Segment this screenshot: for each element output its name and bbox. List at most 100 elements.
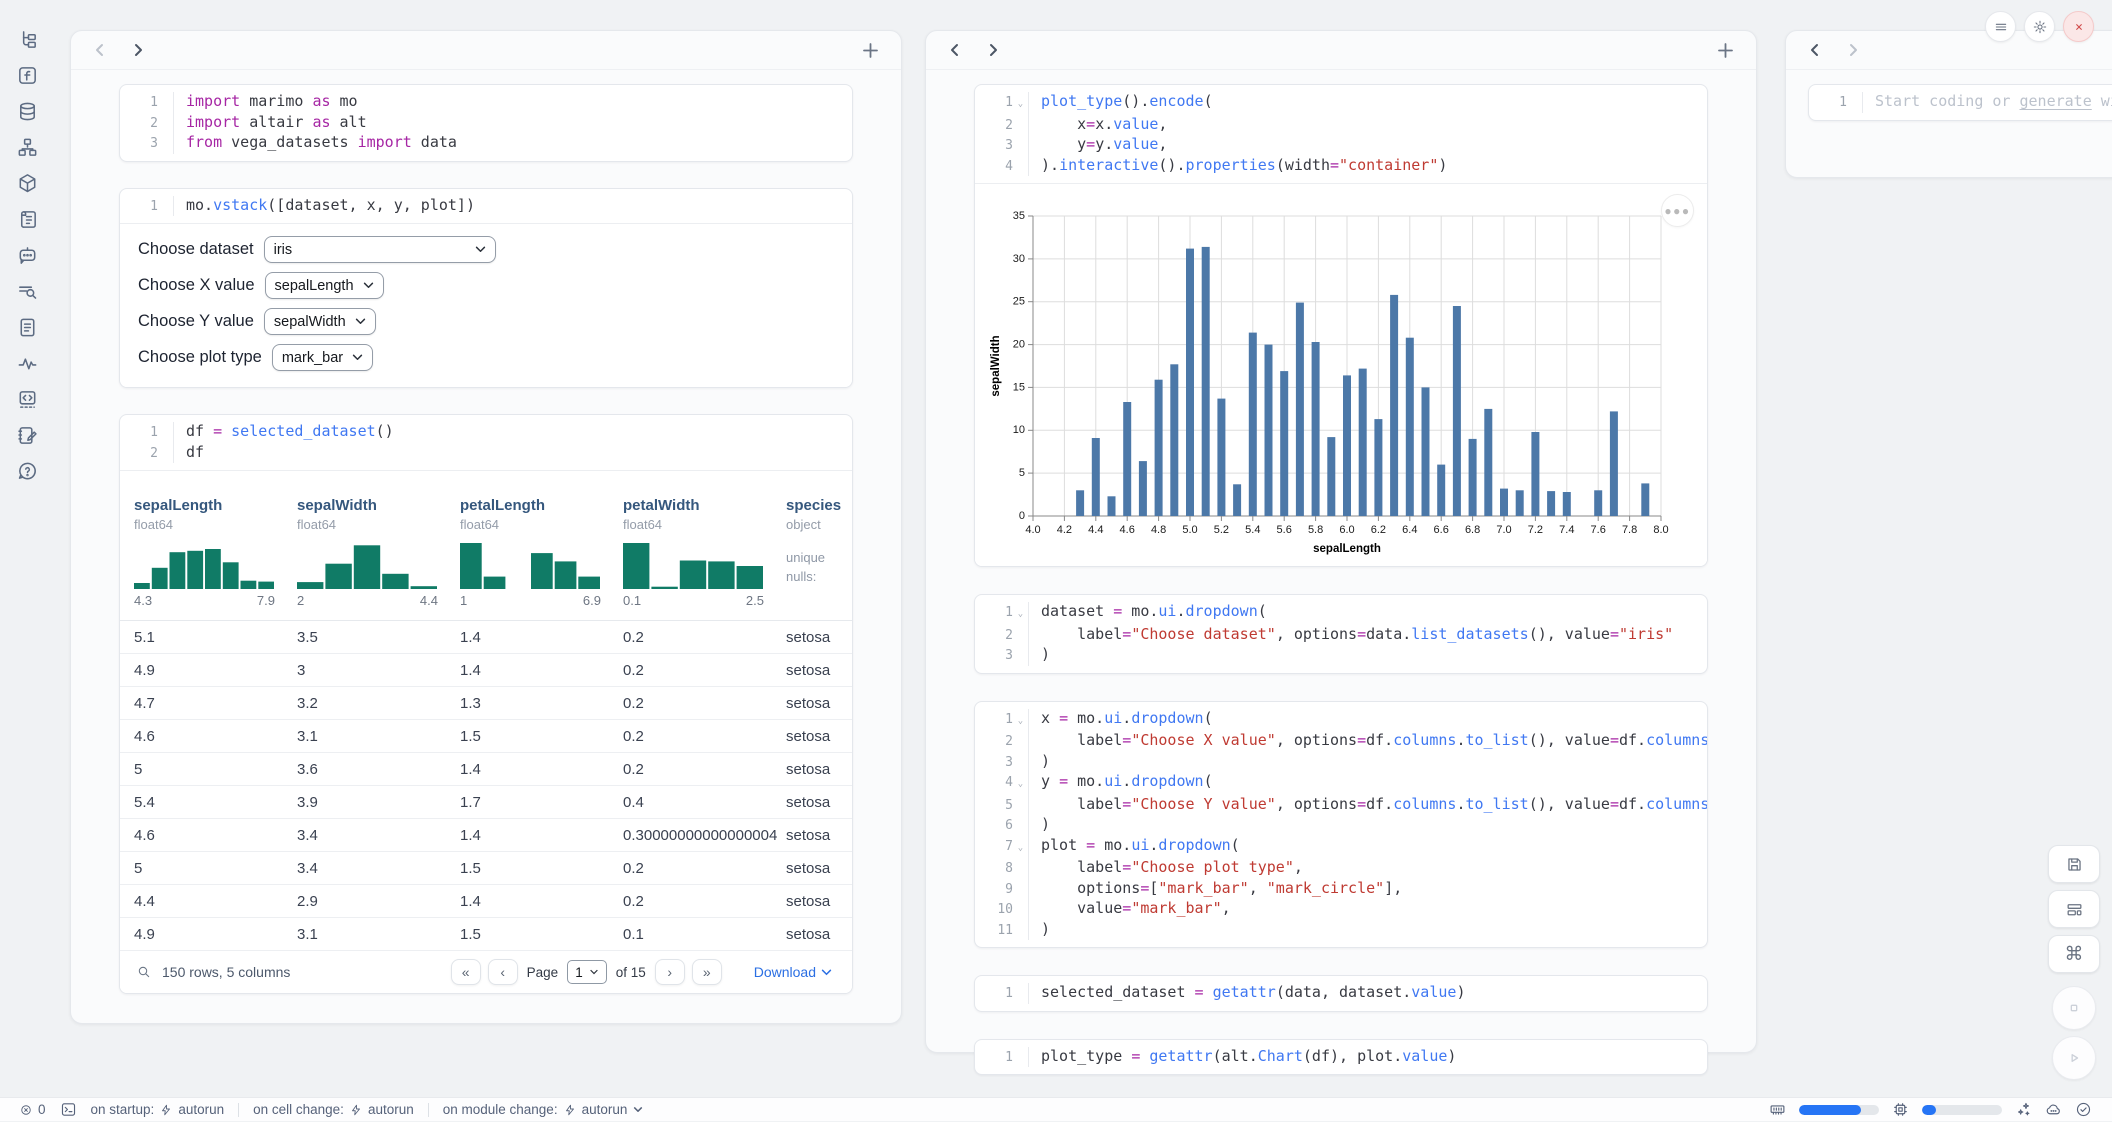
- svg-text:7.6: 7.6: [1591, 524, 1606, 536]
- chart-more-icon[interactable]: ●●●: [1661, 194, 1694, 227]
- first-page-button[interactable]: «: [451, 959, 481, 985]
- svg-text:sepalLength: sepalLength: [1313, 543, 1381, 555]
- dependency-graph-icon[interactable]: [14, 134, 40, 160]
- terminal-icon[interactable]: [60, 1101, 77, 1118]
- layout-icon[interactable]: [2048, 890, 2100, 928]
- prev-page-button[interactable]: ‹: [488, 959, 518, 985]
- fold-icon[interactable]: ⌄: [1013, 836, 1028, 859]
- table-row[interactable]: 5.43.91.70.4setosa: [120, 786, 852, 819]
- dropdown-choose-y-value[interactable]: sepalWidth: [264, 308, 376, 335]
- table-column-header[interactable]: petalWidthfloat640.12.5: [609, 497, 772, 608]
- chevron-down-icon: [363, 282, 374, 289]
- chart-output: 4.04.24.44.64.85.05.25.45.65.86.06.26.46…: [975, 183, 1707, 566]
- svg-text:10: 10: [1013, 424, 1025, 436]
- code-cell-plot: 1⌄plot_type().encode(2 x=x.value,3 y=y.v…: [974, 84, 1708, 567]
- svg-text:7.2: 7.2: [1528, 524, 1543, 536]
- code-line: 1df = selected_dataset(): [124, 422, 844, 443]
- download-button[interactable]: Download: [748, 963, 838, 981]
- table-column-header[interactable]: sepalLengthfloat644.37.9: [120, 497, 283, 608]
- code-editor[interactable]: 1mo.vstack([dataset, x, y, plot]): [120, 189, 852, 224]
- runtime-setting[interactable]: on cell change:autorun: [253, 1102, 414, 1117]
- logs-icon[interactable]: [14, 206, 40, 232]
- table-row[interactable]: 4.63.11.50.2setosa: [120, 720, 852, 753]
- packages-icon[interactable]: [14, 170, 40, 196]
- fold-icon[interactable]: ⌄: [1013, 709, 1028, 732]
- search-icon[interactable]: [136, 964, 152, 980]
- table-column-header[interactable]: petalLengthfloat6416.9: [446, 497, 609, 608]
- table-row[interactable]: 4.73.21.30.2setosa: [120, 687, 852, 720]
- code-editor[interactable]: 1 Start coding or generate with: [1809, 85, 2112, 120]
- table-row[interactable]: 4.93.11.50.1setosa: [120, 918, 852, 951]
- table-cell: setosa: [772, 860, 852, 877]
- table-cell: 0.2: [609, 893, 772, 910]
- dropdown-choose-plot-type[interactable]: mark_bar: [272, 344, 373, 371]
- help-icon[interactable]: [14, 458, 40, 484]
- tracing-icon[interactable]: [14, 350, 40, 376]
- generate-link[interactable]: generate: [2020, 92, 2092, 110]
- forward-icon[interactable]: [986, 43, 1000, 57]
- menu-icon[interactable]: [1985, 11, 2016, 42]
- fold-icon[interactable]: ⌄: [1013, 92, 1028, 115]
- table-row[interactable]: 4.42.91.40.2setosa: [120, 885, 852, 918]
- forward-icon[interactable]: [1846, 43, 1860, 57]
- scratchpad-icon[interactable]: [14, 422, 40, 448]
- outline-search-icon[interactable]: [14, 278, 40, 304]
- database-icon[interactable]: [14, 98, 40, 124]
- connected-check-icon[interactable]: [2075, 1101, 2092, 1118]
- fold-icon[interactable]: ⌄: [1013, 772, 1028, 795]
- table-row[interactable]: 4.931.40.2setosa: [120, 654, 852, 687]
- add-cell-icon[interactable]: [1717, 42, 1734, 59]
- ai-sparkles-icon[interactable]: [2015, 1101, 2032, 1118]
- runtime-setting[interactable]: on module change:autorun: [443, 1102, 644, 1117]
- table-row[interactable]: 53.41.50.2setosa: [120, 852, 852, 885]
- table-cell: 0.2: [609, 728, 772, 745]
- code-editor[interactable]: 1⌄dataset = mo.ui.dropdown(2 label="Choo…: [975, 595, 1707, 673]
- svg-text:20: 20: [1013, 339, 1025, 351]
- file-tree-icon[interactable]: [14, 26, 40, 52]
- back-icon[interactable]: [1808, 43, 1822, 57]
- functions-icon[interactable]: [14, 62, 40, 88]
- ai-chat-icon[interactable]: [14, 242, 40, 268]
- code-editor[interactable]: 1⌄plot_type().encode(2 x=x.value,3 y=y.v…: [975, 85, 1707, 183]
- save-icon[interactable]: [2048, 845, 2100, 883]
- settings-gear-icon[interactable]: [2024, 11, 2055, 42]
- chevron-down-icon: [352, 354, 363, 361]
- table-cell: 5.4: [120, 794, 283, 811]
- table-row[interactable]: 4.63.41.40.30000000000000004setosa: [120, 819, 852, 852]
- autorun-bolt-icon: [564, 1103, 576, 1117]
- close-icon[interactable]: [2063, 11, 2094, 42]
- code-editor[interactable]: 1plot_type = getattr(alt.Chart(df), plot…: [975, 1040, 1707, 1075]
- stop-icon[interactable]: [2052, 986, 2096, 1030]
- table-column-header[interactable]: speciesobjectuniquenulls:: [772, 497, 852, 608]
- last-page-button[interactable]: »: [692, 959, 722, 985]
- next-page-button[interactable]: ›: [655, 959, 685, 985]
- runtime-setting[interactable]: on startup:autorun: [91, 1102, 225, 1117]
- dropdown-choose-dataset[interactable]: iris: [264, 236, 496, 263]
- table-cell: 5.1: [120, 629, 283, 646]
- fold-icon[interactable]: ⌄: [1013, 602, 1028, 625]
- forward-icon[interactable]: [131, 43, 145, 57]
- code-editor[interactable]: 1⌄x = mo.ui.dropdown(2 label="Choose X v…: [975, 702, 1707, 948]
- documentation-icon[interactable]: [14, 314, 40, 340]
- cloud-runtime-icon[interactable]: [2045, 1101, 2062, 1118]
- table-row[interactable]: 5.13.51.40.2setosa: [120, 621, 852, 654]
- snippets-icon[interactable]: [14, 386, 40, 412]
- table-column-header[interactable]: sepalWidthfloat6424.4: [283, 497, 446, 608]
- code-editor[interactable]: 1import marimo as mo2import altair as al…: [120, 85, 852, 161]
- add-cell-icon[interactable]: [862, 42, 879, 59]
- back-icon[interactable]: [93, 43, 107, 57]
- cpu-icon: [1892, 1101, 1909, 1118]
- table-cell: 3.1: [283, 926, 446, 943]
- code-editor[interactable]: 1selected_dataset = getattr(data, datase…: [975, 976, 1707, 1011]
- status-bar: 0 on startup:autorun on cell change:autor…: [0, 1097, 2112, 1121]
- table-row[interactable]: 53.61.40.2setosa: [120, 753, 852, 786]
- run-icon[interactable]: [2052, 1036, 2096, 1080]
- page-select[interactable]: 1: [567, 960, 607, 984]
- code-editor[interactable]: 1df = selected_dataset()2df: [120, 415, 852, 470]
- code-line: 3 y=y.value,: [979, 135, 1699, 156]
- back-icon[interactable]: [948, 43, 962, 57]
- command-shortcuts-icon[interactable]: ⌘: [2048, 935, 2100, 973]
- errors-indicator[interactable]: 0: [20, 1102, 46, 1117]
- dropdown-choose-x-value[interactable]: sepalLength: [265, 272, 384, 299]
- altair-bar-chart[interactable]: 4.04.24.44.64.85.05.25.45.65.86.06.26.46…: [975, 194, 1707, 562]
